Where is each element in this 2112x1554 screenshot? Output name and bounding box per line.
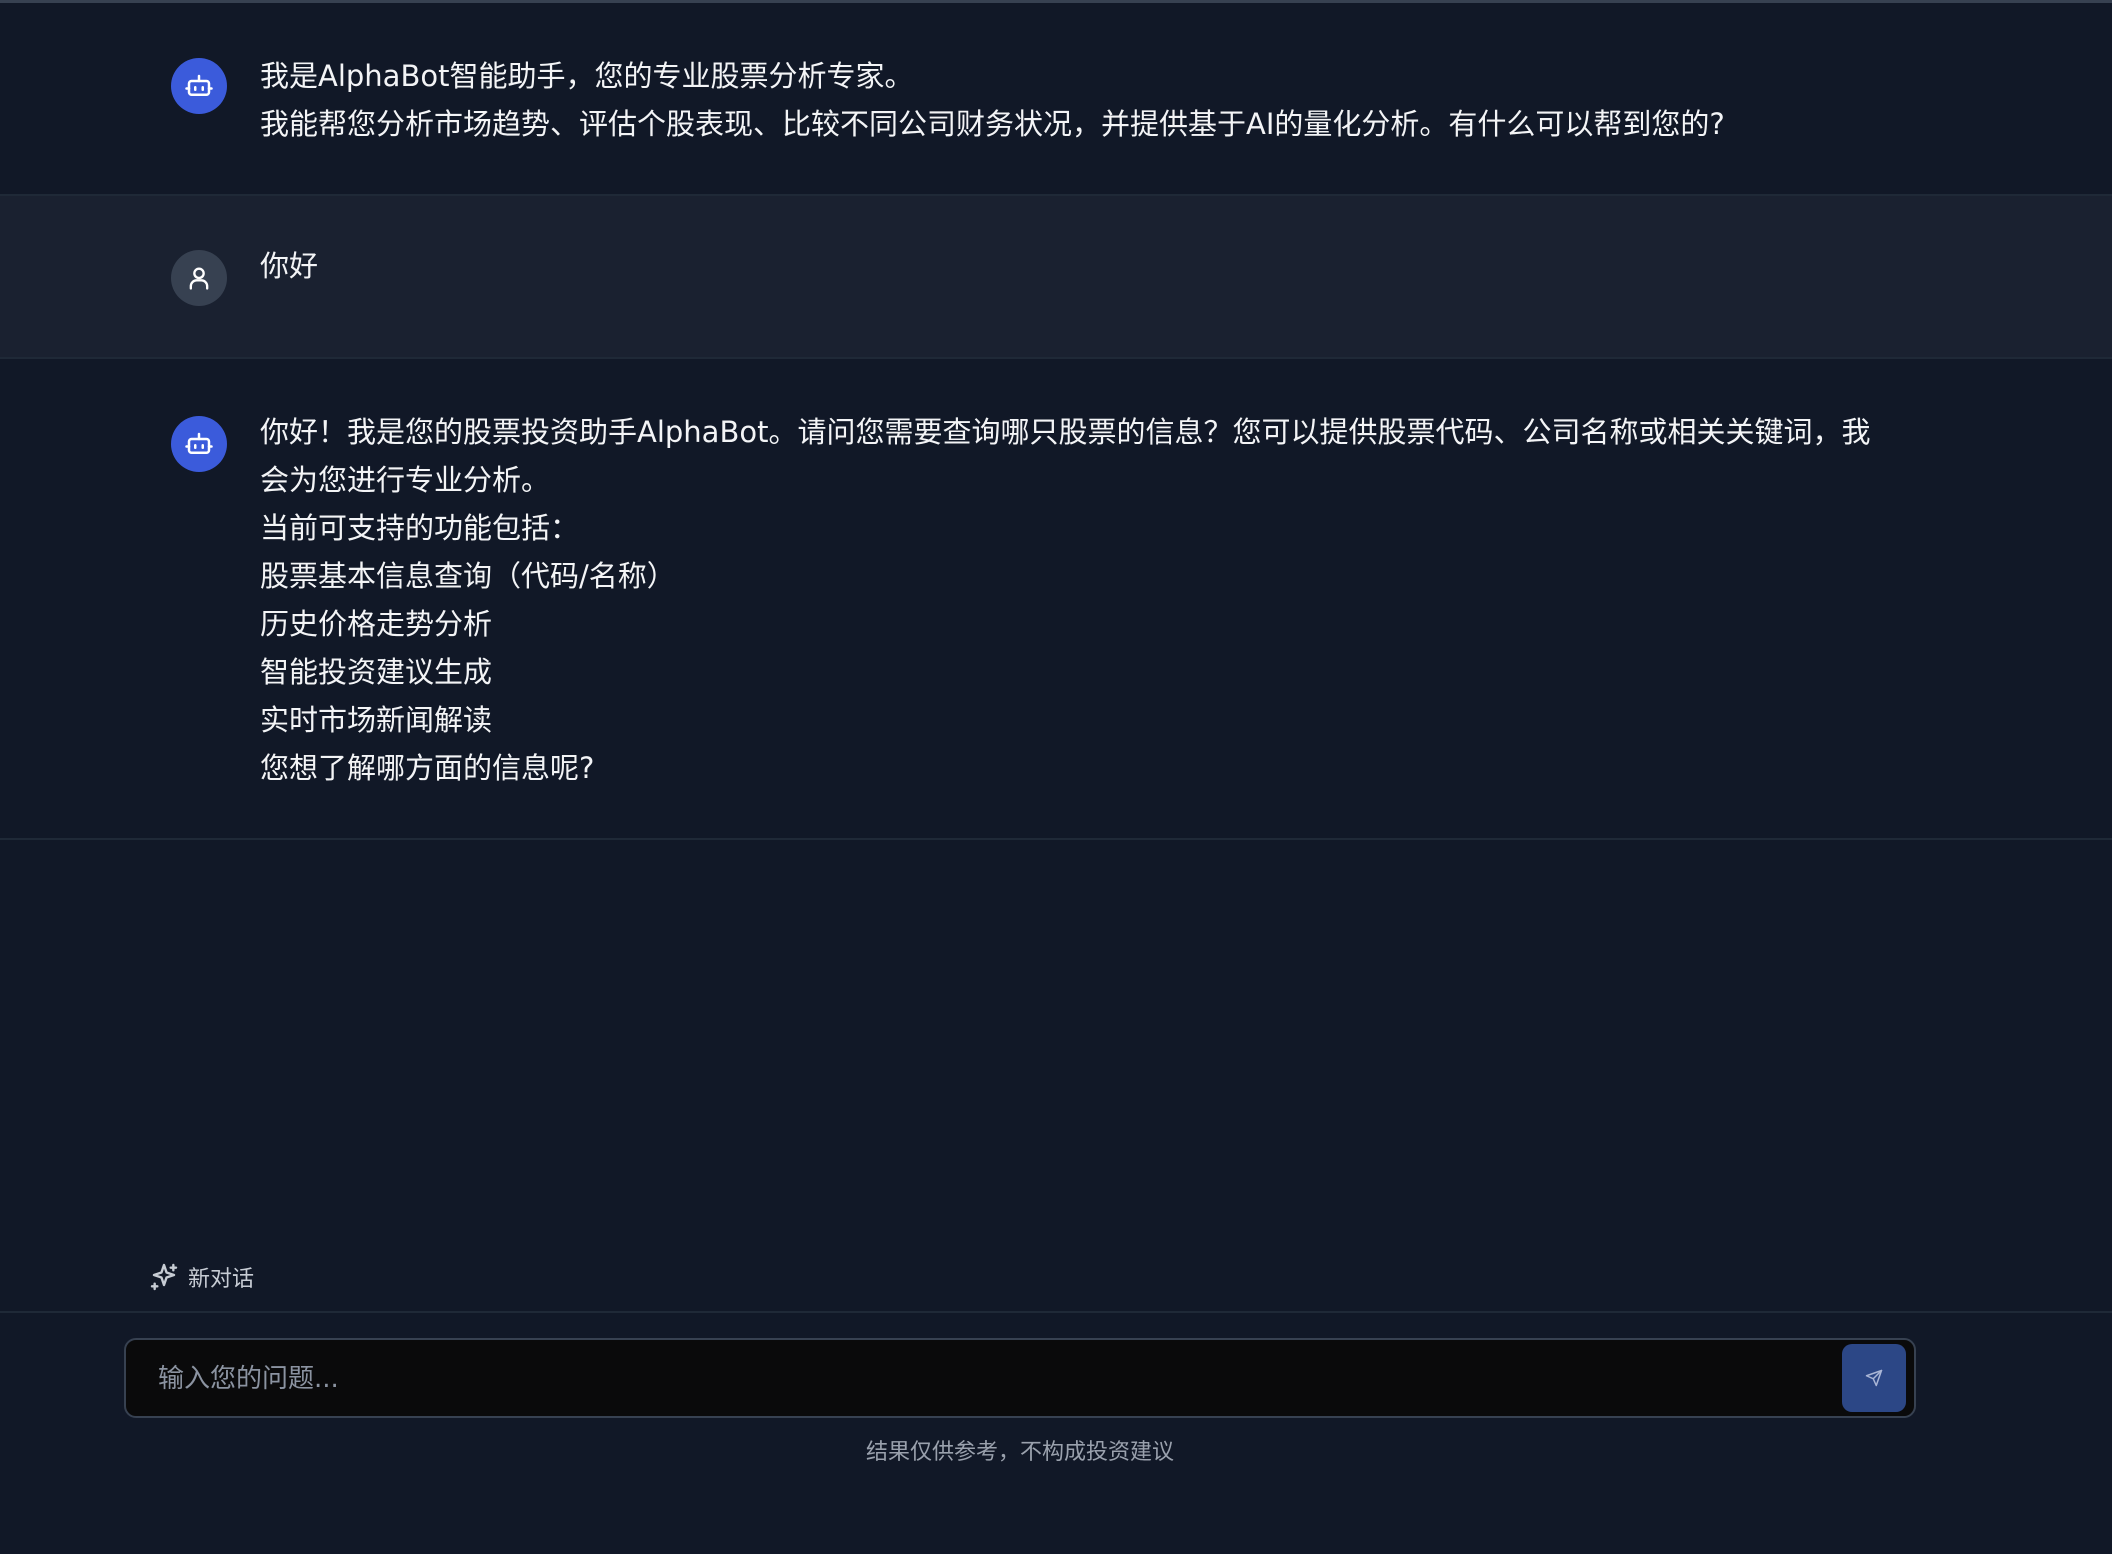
- new-chat-button[interactable]: 新对话: [148, 1261, 254, 1293]
- assistant-message: 你好！我是您的股票投资助手AlphaBot。请问您需要查询哪只股票的信息？您可以…: [0, 359, 2112, 840]
- message-text: 你好: [260, 242, 1880, 290]
- robot-icon: [185, 432, 213, 454]
- chat-history: 我是AlphaBot智能助手，您的专业股票分析专家。 我能帮您分析市场趋势、评估…: [0, 3, 2112, 840]
- message-line: 当前可支持的功能包括：: [260, 511, 580, 545]
- message-line: 我是AlphaBot智能助手，您的专业股票分析专家。: [260, 59, 914, 93]
- chat-input-box: [124, 1338, 1916, 1418]
- message-line: 股票基本信息查询（代码/名称）: [260, 559, 676, 593]
- message-line: 你好！我是您的股票投资助手AlphaBot。请问您需要查询哪只股票的信息？您可以…: [260, 415, 1871, 497]
- message-text: 你好！我是您的股票投资助手AlphaBot。请问您需要查询哪只股票的信息？您可以…: [260, 408, 1880, 792]
- message-line: 你好: [260, 249, 319, 283]
- user-message: 你好: [0, 196, 2112, 359]
- message-line: 我能帮您分析市场趋势、评估个股表现、比较不同公司财务状况，并提供基于AI的量化分…: [260, 107, 1725, 141]
- chat-input[interactable]: [156, 1340, 1840, 1418]
- composer-divider: [0, 1311, 2112, 1313]
- send-icon: [1865, 1369, 1883, 1387]
- robot-icon: [185, 74, 213, 96]
- message-line: 实时市场新闻解读: [260, 703, 493, 737]
- new-chat-label: 新对话: [188, 1267, 255, 1292]
- user-avatar: [171, 250, 227, 306]
- assistant-message: 我是AlphaBot智能助手，您的专业股票分析专家。 我能帮您分析市场趋势、评估…: [0, 3, 2112, 196]
- send-button[interactable]: [1842, 1344, 1906, 1412]
- message-line: 历史价格走势分析: [260, 607, 493, 641]
- assistant-avatar: [171, 416, 227, 472]
- message-line: 智能投资建议生成: [260, 655, 493, 689]
- message-text: 我是AlphaBot智能助手，您的专业股票分析专家。 我能帮您分析市场趋势、评估…: [260, 52, 1880, 148]
- assistant-avatar: [171, 58, 227, 114]
- sparkle-icon: [150, 1263, 178, 1291]
- user-icon: [189, 267, 209, 290]
- disclaimer-text: 结果仅供参考，不构成投资建议: [865, 1440, 1174, 1465]
- message-line: 您想了解哪方面的信息呢?: [260, 751, 595, 785]
